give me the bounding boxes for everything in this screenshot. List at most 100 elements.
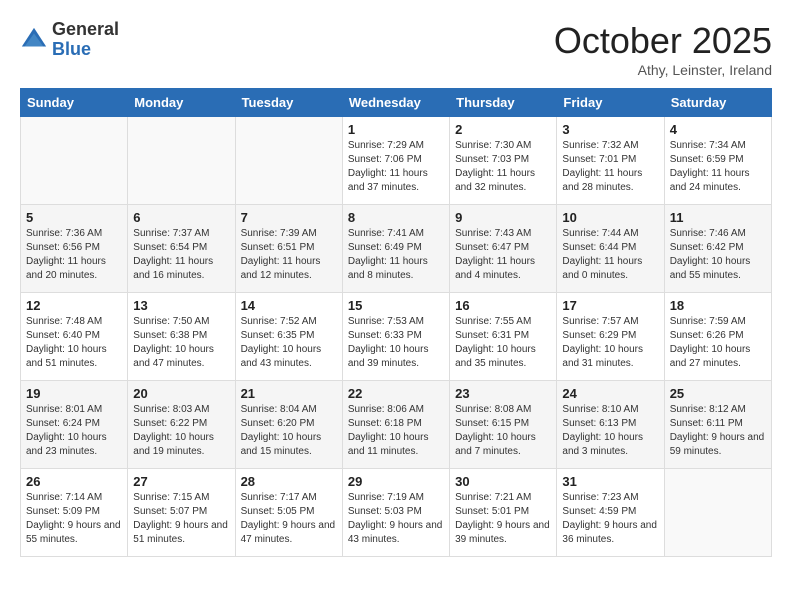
sunset-text: Sunset: 6:11 PM — [670, 417, 766, 431]
sunrise-text: Sunrise: 7:46 AM — [670, 227, 766, 241]
sunrise-text: Sunrise: 8:10 AM — [562, 403, 658, 417]
sunrise-text: Sunrise: 8:03 AM — [133, 403, 229, 417]
table-row: 15Sunrise: 7:53 AMSunset: 6:33 PMDayligh… — [342, 293, 449, 381]
day-number: 20 — [133, 386, 229, 401]
day-info: Sunrise: 7:37 AMSunset: 6:54 PMDaylight:… — [133, 227, 229, 283]
table-row: 24Sunrise: 8:10 AMSunset: 6:13 PMDayligh… — [557, 381, 664, 469]
daylight-text: Daylight: 10 hours and 11 minutes. — [348, 431, 444, 459]
daylight-text: Daylight: 10 hours and 3 minutes. — [562, 431, 658, 459]
daylight-text: Daylight: 10 hours and 43 minutes. — [241, 343, 337, 371]
daylight-text: Daylight: 11 hours and 8 minutes. — [348, 255, 444, 283]
sunset-text: Sunset: 6:33 PM — [348, 329, 444, 343]
sunset-text: Sunset: 6:38 PM — [133, 329, 229, 343]
location-text: Athy, Leinster, Ireland — [554, 62, 772, 78]
table-row: 12Sunrise: 7:48 AMSunset: 6:40 PMDayligh… — [21, 293, 128, 381]
day-info: Sunrise: 7:17 AMSunset: 5:05 PMDaylight:… — [241, 491, 337, 547]
table-row: 28 Sunrise: 7:17 AMSunset: 5:05 PMDayligh… — [235, 469, 342, 557]
day-number: 11 — [670, 210, 766, 225]
daylight-text: Daylight: 10 hours and 7 minutes. — [455, 431, 551, 459]
day-info: Sunrise: 7:39 AMSunset: 6:51 PMDaylight:… — [241, 227, 337, 283]
daylight-text: Daylight: 11 hours and 4 minutes. — [455, 255, 551, 283]
header-monday: Monday — [128, 89, 235, 117]
day-number: 30 — [455, 474, 551, 489]
sunrise-text: Sunrise: 7:52 AM — [241, 315, 337, 329]
month-title: October 2025 — [554, 20, 772, 62]
table-row: 26Sunrise: 7:14 AMSunset: 5:09 PMDayligh… — [21, 469, 128, 557]
sunset-text: Sunset: 7:01 PM — [562, 153, 658, 167]
daylight-text: Daylight: 10 hours and 35 minutes. — [455, 343, 551, 371]
header-friday: Friday — [557, 89, 664, 117]
day-number: 3 — [562, 122, 658, 137]
header-tuesday: Tuesday — [235, 89, 342, 117]
sunset-text: Sunset: 6:31 PM — [455, 329, 551, 343]
day-number: 21 — [241, 386, 337, 401]
table-row: 25Sunrise: 8:12 AMSunset: 6:11 PMDayligh… — [664, 381, 771, 469]
day-info: Sunrise: 8:06 AMSunset: 6:18 PMDaylight:… — [348, 403, 444, 459]
table-row: 21Sunrise: 8:04 AMSunset: 6:20 PMDayligh… — [235, 381, 342, 469]
sunrise-text: Sunrise: 8:08 AM — [455, 403, 551, 417]
sunrise-text: Sunrise: 7:19 AM — [348, 491, 444, 505]
table-row: 31Sunrise: 7:23 AMSunset: 4:59 PMDayligh… — [557, 469, 664, 557]
day-info: Sunrise: 8:03 AMSunset: 6:22 PMDaylight:… — [133, 403, 229, 459]
table-row: 7Sunrise: 7:39 AMSunset: 6:51 PMDaylight… — [235, 205, 342, 293]
sunset-text: Sunset: 6:59 PM — [670, 153, 766, 167]
page-header: General Blue October 2025 Athy, Leinster… — [20, 20, 772, 78]
calendar-week-2: 5Sunrise: 7:36 AMSunset: 6:56 PMDaylight… — [21, 205, 772, 293]
sunrise-text: Sunrise: 7:21 AM — [455, 491, 551, 505]
daylight-text: Daylight: 11 hours and 16 minutes. — [133, 255, 229, 283]
day-info: Sunrise: 7:46 AMSunset: 6:42 PMDaylight:… — [670, 227, 766, 283]
sunset-text: Sunset: 5:09 PM — [26, 505, 122, 519]
table-row: 29 Sunrise: 7:19 AMSunset: 5:03 PMDayligh… — [342, 469, 449, 557]
sunset-text: Sunset: 6:29 PM — [562, 329, 658, 343]
sunrise-text: Sunrise: 7:17 AM — [241, 491, 337, 505]
daylight-text: Daylight: 9 hours and 43 minutes. — [348, 519, 444, 547]
table-row: 9Sunrise: 7:43 AMSunset: 6:47 PMDaylight… — [450, 205, 557, 293]
day-info: Sunrise: 7:34 AMSunset: 6:59 PMDaylight:… — [670, 139, 766, 195]
sunrise-text: Sunrise: 7:30 AM — [455, 139, 551, 153]
day-number: 12 — [26, 298, 122, 313]
sunrise-text: Sunrise: 8:12 AM — [670, 403, 766, 417]
day-info: Sunrise: 7:59 AMSunset: 6:26 PMDaylight:… — [670, 315, 766, 371]
sunset-text: Sunset: 6:24 PM — [26, 417, 122, 431]
sunset-text: Sunset: 5:03 PM — [348, 505, 444, 519]
table-row: 20 Sunrise: 8:03 AMSunset: 6:22 PMDayligh… — [128, 381, 235, 469]
day-number: 28 — [241, 474, 337, 489]
day-info: Sunrise: 7:30 AMSunset: 7:03 PMDaylight:… — [455, 139, 551, 195]
day-number: 1 — [348, 122, 444, 137]
daylight-text: Daylight: 10 hours and 51 minutes. — [26, 343, 122, 371]
header-sunday: Sunday — [21, 89, 128, 117]
table-row: 22Sunrise: 8:06 AMSunset: 6:18 PMDayligh… — [342, 381, 449, 469]
table-row — [21, 117, 128, 205]
daylight-text: Daylight: 10 hours and 47 minutes. — [133, 343, 229, 371]
day-info: Sunrise: 7:15 AMSunset: 5:07 PMDaylight:… — [133, 491, 229, 547]
sunset-text: Sunset: 6:47 PM — [455, 241, 551, 255]
page-container: General Blue October 2025 Athy, Leinster… — [0, 0, 792, 567]
daylight-text: Daylight: 10 hours and 27 minutes. — [670, 343, 766, 371]
sunrise-text: Sunrise: 7:15 AM — [133, 491, 229, 505]
day-number: 4 — [670, 122, 766, 137]
table-row: 11 Sunrise: 7:46 AMSunset: 6:42 PMDayligh… — [664, 205, 771, 293]
day-info: Sunrise: 7:55 AMSunset: 6:31 PMDaylight:… — [455, 315, 551, 371]
daylight-text: Daylight: 11 hours and 0 minutes. — [562, 255, 658, 283]
daylight-text: Daylight: 10 hours and 39 minutes. — [348, 343, 444, 371]
daylight-text: Daylight: 9 hours and 39 minutes. — [455, 519, 551, 547]
daylight-text: Daylight: 11 hours and 28 minutes. — [562, 167, 658, 195]
logo: General Blue — [20, 20, 119, 60]
sunrise-text: Sunrise: 7:50 AM — [133, 315, 229, 329]
day-number: 2 — [455, 122, 551, 137]
day-info: Sunrise: 7:21 AMSunset: 5:01 PMDaylight:… — [455, 491, 551, 547]
sunset-text: Sunset: 6:22 PM — [133, 417, 229, 431]
sunset-text: Sunset: 6:26 PM — [670, 329, 766, 343]
day-info: Sunrise: 7:52 AMSunset: 6:35 PMDaylight:… — [241, 315, 337, 371]
daylight-text: Daylight: 11 hours and 32 minutes. — [455, 167, 551, 195]
day-info: Sunrise: 7:29 AMSunset: 7:06 PMDaylight:… — [348, 139, 444, 195]
day-number: 23 — [455, 386, 551, 401]
daylight-text: Daylight: 11 hours and 24 minutes. — [670, 167, 766, 195]
day-number: 29 — [348, 474, 444, 489]
sunrise-text: Sunrise: 7:41 AM — [348, 227, 444, 241]
sunset-text: Sunset: 7:06 PM — [348, 153, 444, 167]
sunrise-text: Sunrise: 7:36 AM — [26, 227, 122, 241]
daylight-text: Daylight: 9 hours and 59 minutes. — [670, 431, 766, 459]
table-row: 10Sunrise: 7:44 AMSunset: 6:44 PMDayligh… — [557, 205, 664, 293]
day-number: 24 — [562, 386, 658, 401]
